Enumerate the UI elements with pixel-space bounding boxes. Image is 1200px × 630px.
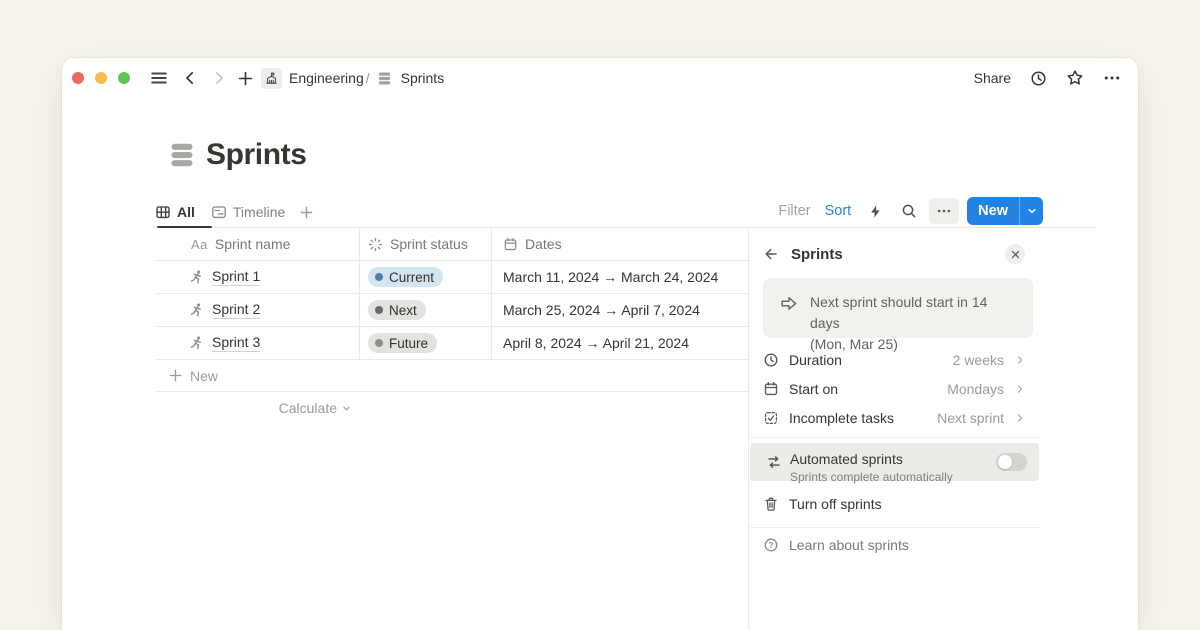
- view-tab-all[interactable]: All: [155, 204, 195, 220]
- table-view-icon: [155, 204, 171, 220]
- page-title[interactable]: Sprints: [206, 138, 307, 172]
- calculate-button[interactable]: Calculate: [155, 400, 360, 416]
- dates-cell[interactable]: March 25, 2024 → April 7, 2024: [492, 294, 748, 326]
- view-tab-label: Timeline: [233, 204, 285, 220]
- setting-row-duration[interactable]: Duration 2 weeks: [749, 345, 1039, 374]
- share-button[interactable]: Share: [974, 70, 1011, 86]
- screenshot-stage: Engineering / Sprints Share: [0, 0, 1200, 630]
- view-tabs: All Timeline: [155, 198, 316, 226]
- runner-icon: [188, 302, 204, 318]
- status-dot: [375, 339, 383, 347]
- automated-sprints-toggle[interactable]: [996, 453, 1027, 471]
- traffic-light-close[interactable]: [72, 72, 84, 84]
- checkbox-icon: [763, 410, 779, 426]
- sprint-page-link[interactable]: Sprint 3: [212, 334, 260, 352]
- traffic-light-minimize[interactable]: [95, 72, 107, 84]
- window-topbar: Engineering / Sprints Share: [62, 58, 1138, 98]
- automations-bolt-icon[interactable]: [865, 201, 885, 221]
- traffic-light-zoom[interactable]: [118, 72, 130, 84]
- status-tag-current[interactable]: Current: [368, 267, 443, 287]
- filter-button[interactable]: Filter: [778, 203, 810, 219]
- page-database-icon[interactable]: [168, 141, 196, 169]
- question-circle-icon: ?: [763, 537, 779, 553]
- view-tab-timeline[interactable]: Timeline: [211, 204, 285, 220]
- column-header-sprint-status[interactable]: Sprint status: [360, 228, 492, 260]
- notice-text: Next sprint should start in 14 days(Mon,…: [810, 292, 1019, 338]
- chevron-right-icon: [1014, 383, 1026, 395]
- chevron-right-icon: [1014, 412, 1026, 424]
- calendar-icon: [763, 381, 779, 397]
- panel-divider: [750, 437, 1039, 438]
- more-options-icon[interactable]: [1102, 68, 1122, 88]
- workspace-building-icon[interactable]: [261, 68, 282, 89]
- runner-icon: [188, 335, 204, 351]
- text-property-icon: Aa: [191, 237, 208, 252]
- new-split-button: New: [967, 197, 1043, 225]
- panel-close-button[interactable]: [1005, 244, 1025, 264]
- breadcrumb-workspace[interactable]: Engineering: [289, 70, 364, 86]
- sort-button[interactable]: Sort: [825, 203, 852, 219]
- column-header-dates[interactable]: Dates: [492, 228, 748, 260]
- back-button-icon[interactable]: [180, 68, 200, 88]
- right-arrow-icon: [779, 294, 798, 338]
- table-header-row: Aa Sprint name Sprint status Dates: [155, 228, 748, 261]
- clock-icon: [763, 352, 779, 368]
- sidebar-toggle-icon[interactable]: [149, 68, 169, 88]
- panel-back-icon[interactable]: [763, 246, 779, 262]
- toggle-knob: [998, 455, 1012, 469]
- view-toolbar: Filter Sort New: [778, 196, 1043, 226]
- setting-row-incomplete-tasks[interactable]: Incomplete tasks Next sprint: [749, 403, 1039, 432]
- forward-button-icon[interactable]: [209, 68, 229, 88]
- add-view-icon[interactable]: [296, 202, 316, 222]
- sprints-settings-panel: Sprints Next sprint should start in 14 d…: [748, 228, 1138, 630]
- sprints-table: Aa Sprint name Sprint status Dates: [155, 228, 748, 392]
- table-row[interactable]: Sprint 1 Current March 11, 2024 → March …: [155, 261, 748, 294]
- window-controls: [72, 72, 130, 84]
- status-dot: [375, 306, 383, 314]
- status-dot: [375, 273, 383, 281]
- panel-title: Sprints: [791, 246, 993, 263]
- new-page-plus-icon[interactable]: [235, 68, 255, 88]
- status-property-icon: [368, 237, 383, 252]
- dates-cell[interactable]: April 8, 2024 → April 21, 2024: [492, 327, 748, 359]
- notion-window: Engineering / Sprints Share: [62, 58, 1138, 630]
- repeat-icon: [766, 454, 782, 470]
- dates-cell[interactable]: March 11, 2024 → March 24, 2024: [492, 261, 748, 293]
- table-row[interactable]: Sprint 2 Next March 25, 2024 → April 7, …: [155, 294, 748, 327]
- status-tag-next[interactable]: Next: [368, 300, 426, 320]
- sprint-page-link[interactable]: Sprint 1: [212, 268, 260, 286]
- chevron-right-icon: [1014, 354, 1026, 366]
- sprint-page-link[interactable]: Sprint 2: [212, 301, 260, 319]
- new-button[interactable]: New: [967, 197, 1019, 225]
- breadcrumb-page[interactable]: Sprints: [401, 70, 445, 86]
- column-header-sprint-name[interactable]: Aa Sprint name: [155, 228, 360, 260]
- setting-row-start-on[interactable]: Start on Mondays: [749, 374, 1039, 403]
- next-sprint-notice: Next sprint should start in 14 days(Mon,…: [763, 278, 1033, 338]
- panel-header: Sprints: [749, 240, 1039, 268]
- table-row[interactable]: Sprint 3 Future April 8, 2024 → April 21…: [155, 327, 748, 360]
- timeline-view-icon: [211, 204, 227, 220]
- automated-sprints-row[interactable]: Automated sprints Sprints complete autom…: [750, 443, 1039, 481]
- view-options-ellipsis-button[interactable]: [929, 198, 959, 224]
- page-header: Sprints: [168, 134, 307, 176]
- new-row-button[interactable]: New: [155, 360, 748, 392]
- favorite-star-icon[interactable]: [1065, 68, 1085, 88]
- panel-divider: [750, 527, 1039, 528]
- updates-clock-icon[interactable]: [1028, 68, 1048, 88]
- calendar-property-icon: [503, 237, 518, 252]
- database-icon: [375, 68, 395, 88]
- trash-icon: [763, 496, 779, 512]
- turn-off-sprints-button[interactable]: Turn off sprints: [749, 490, 1039, 518]
- status-tag-future[interactable]: Future: [368, 333, 437, 353]
- view-tab-label: All: [177, 204, 195, 220]
- new-dropdown-button[interactable]: [1019, 197, 1043, 225]
- search-icon[interactable]: [899, 201, 919, 221]
- runner-icon: [188, 269, 204, 285]
- svg-text:?: ?: [769, 541, 774, 550]
- learn-about-sprints-link[interactable]: ? Learn about sprints: [749, 531, 1039, 559]
- breadcrumb-separator: /: [366, 70, 370, 86]
